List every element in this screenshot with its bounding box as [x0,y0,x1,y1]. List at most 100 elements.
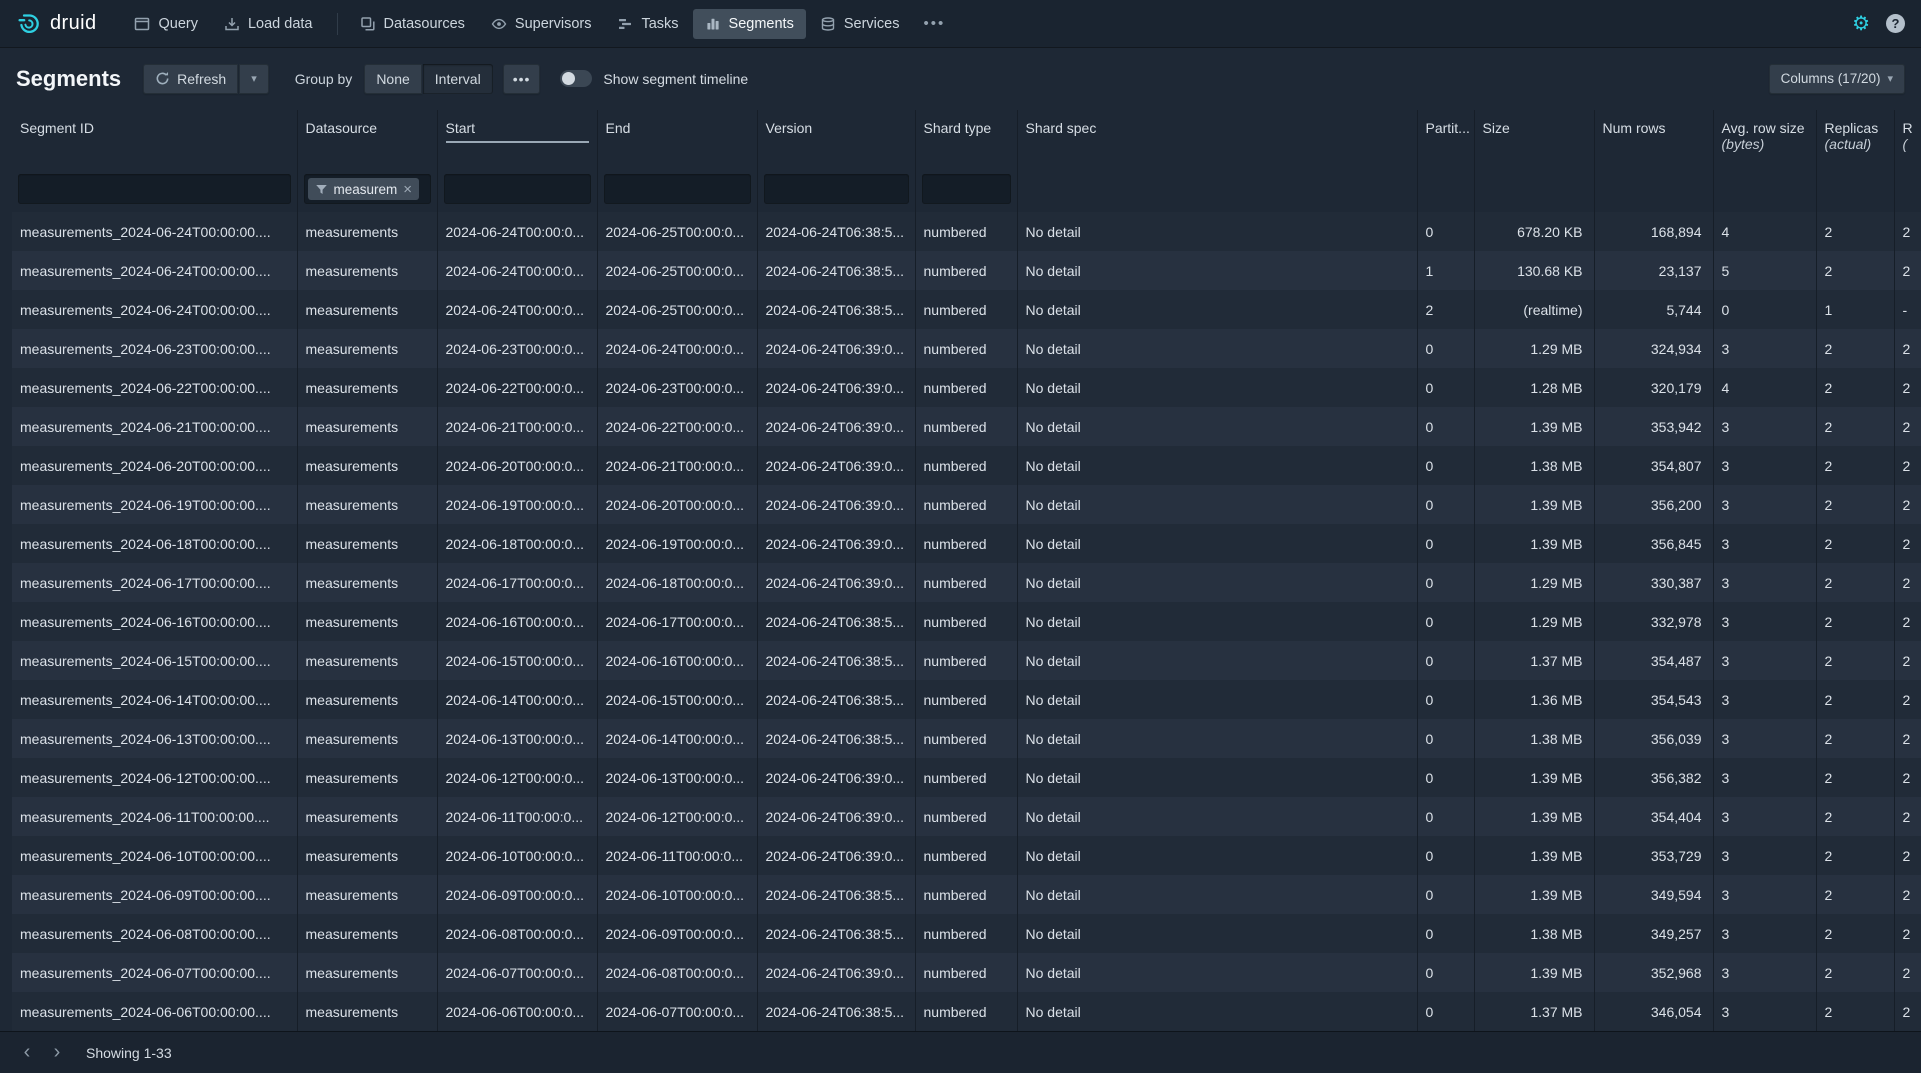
cell-end[interactable]: 2024-06-22T00:00:0... [597,407,757,446]
cell-replicas[interactable]: 2 [1816,797,1894,836]
cell-replicas[interactable]: 2 [1816,641,1894,680]
cell-segment_id[interactable]: measurements_2024-06-19T00:00:00.... [12,485,297,524]
cell-size[interactable]: 1.39 MB [1474,407,1594,446]
cell-segment_id[interactable]: measurements_2024-06-16T00:00:00.... [12,602,297,641]
cell-repl_factor[interactable]: 2 [1894,212,1921,251]
cell-num_rows[interactable]: 332,978 [1594,602,1713,641]
cell-repl_factor[interactable]: 2 [1894,797,1921,836]
cell-avg_row_size[interactable]: 3 [1713,446,1816,485]
cell-shard_spec[interactable]: No detail [1017,992,1417,1031]
cell-shard_type[interactable]: numbered [915,797,1017,836]
gear-icon[interactable]: ⚙ [1852,14,1870,34]
cell-replicas[interactable]: 2 [1816,407,1894,446]
filter-cell-segment_id[interactable] [12,166,297,212]
cell-shard_spec[interactable]: No detail [1017,836,1417,875]
cell-version[interactable]: 2024-06-24T06:38:5... [757,602,915,641]
cell-replicas[interactable]: 2 [1816,836,1894,875]
cell-avg_row_size[interactable]: 3 [1713,485,1816,524]
cell-size[interactable]: 1.29 MB [1474,602,1594,641]
cell-segment_id[interactable]: measurements_2024-06-08T00:00:00.... [12,914,297,953]
cell-num_rows[interactable]: 353,729 [1594,836,1713,875]
cell-partition[interactable]: 0 [1417,914,1474,953]
cell-start[interactable]: 2024-06-17T00:00:0... [437,563,597,602]
cell-num_rows[interactable]: 349,594 [1594,875,1713,914]
table-row[interactable]: measurements_2024-06-24T00:00:00....meas… [12,290,1921,329]
cell-shard_spec[interactable]: No detail [1017,602,1417,641]
cell-avg_row_size[interactable]: 3 [1713,797,1816,836]
cell-replicas[interactable]: 2 [1816,563,1894,602]
cell-avg_row_size[interactable]: 3 [1713,992,1816,1031]
cell-datasource[interactable]: measurements [297,368,437,407]
cell-end[interactable]: 2024-06-25T00:00:0... [597,290,757,329]
cell-num_rows[interactable]: 349,257 [1594,914,1713,953]
cell-segment_id[interactable]: measurements_2024-06-22T00:00:00.... [12,368,297,407]
cell-avg_row_size[interactable]: 3 [1713,953,1816,992]
cell-version[interactable]: 2024-06-24T06:39:0... [757,407,915,446]
cell-segment_id[interactable]: measurements_2024-06-13T00:00:00.... [12,719,297,758]
cell-datasource[interactable]: measurements [297,290,437,329]
cell-start[interactable]: 2024-06-19T00:00:0... [437,485,597,524]
cell-repl_factor[interactable]: 2 [1894,251,1921,290]
cell-segment_id[interactable]: measurements_2024-06-24T00:00:00.... [12,251,297,290]
cell-size[interactable]: 1.38 MB [1474,719,1594,758]
cell-partition[interactable]: 0 [1417,368,1474,407]
cell-partition[interactable]: 0 [1417,758,1474,797]
cell-shard_spec[interactable]: No detail [1017,914,1417,953]
cell-size[interactable]: 1.39 MB [1474,524,1594,563]
column-header-version[interactable]: Version [757,110,915,166]
nav-item-tasks[interactable]: Tasks [605,9,690,39]
cell-repl_factor[interactable]: 2 [1894,407,1921,446]
cell-shard_type[interactable]: numbered [915,524,1017,563]
cell-replicas[interactable]: 2 [1816,485,1894,524]
cell-start[interactable]: 2024-06-11T00:00:0... [437,797,597,836]
cell-version[interactable]: 2024-06-24T06:39:0... [757,446,915,485]
filter-input-start[interactable] [444,174,591,204]
cell-shard_spec[interactable]: No detail [1017,680,1417,719]
table-row[interactable]: measurements_2024-06-12T00:00:00....meas… [12,758,1921,797]
cell-shard_type[interactable]: numbered [915,953,1017,992]
cell-avg_row_size[interactable]: 3 [1713,758,1816,797]
cell-avg_row_size[interactable]: 5 [1713,251,1816,290]
cell-datasource[interactable]: measurements [297,251,437,290]
cell-end[interactable]: 2024-06-15T00:00:0... [597,680,757,719]
cell-end[interactable]: 2024-06-17T00:00:0... [597,602,757,641]
cell-replicas[interactable]: 2 [1816,329,1894,368]
cell-partition[interactable]: 0 [1417,797,1474,836]
cell-version[interactable]: 2024-06-24T06:39:0... [757,563,915,602]
filter-taginput-datasource[interactable]: measurem× [304,174,431,204]
cell-partition[interactable]: 0 [1417,485,1474,524]
nav-more-button[interactable]: ••• [913,8,955,39]
cell-end[interactable]: 2024-06-25T00:00:0... [597,212,757,251]
help-icon[interactable]: ? [1886,14,1905,33]
cell-size[interactable]: (realtime) [1474,290,1594,329]
cell-size[interactable]: 1.39 MB [1474,836,1594,875]
cell-start[interactable]: 2024-06-22T00:00:0... [437,368,597,407]
filter-input-segment_id[interactable] [18,174,291,204]
table-row[interactable]: measurements_2024-06-20T00:00:00....meas… [12,446,1921,485]
cell-start[interactable]: 2024-06-12T00:00:0... [437,758,597,797]
cell-datasource[interactable]: measurements [297,524,437,563]
cell-size[interactable]: 1.39 MB [1474,875,1594,914]
cell-size[interactable]: 1.39 MB [1474,797,1594,836]
cell-shard_type[interactable]: numbered [915,290,1017,329]
cell-shard_type[interactable]: numbered [915,251,1017,290]
cell-segment_id[interactable]: measurements_2024-06-12T00:00:00.... [12,758,297,797]
cell-segment_id[interactable]: measurements_2024-06-14T00:00:00.... [12,680,297,719]
cell-replicas[interactable]: 2 [1816,719,1894,758]
nav-item-datasources[interactable]: Datasources [348,9,477,39]
cell-shard_type[interactable]: numbered [915,914,1017,953]
cell-repl_factor[interactable]: 2 [1894,836,1921,875]
cell-num_rows[interactable]: 352,968 [1594,953,1713,992]
more-actions-button[interactable]: ••• [503,64,541,94]
cell-shard_spec[interactable]: No detail [1017,875,1417,914]
cell-num_rows[interactable]: 354,807 [1594,446,1713,485]
cell-partition[interactable]: 0 [1417,602,1474,641]
cell-version[interactable]: 2024-06-24T06:38:5... [757,719,915,758]
cell-partition[interactable]: 0 [1417,212,1474,251]
cell-segment_id[interactable]: measurements_2024-06-07T00:00:00.... [12,953,297,992]
cell-replicas[interactable]: 2 [1816,251,1894,290]
cell-repl_factor[interactable]: 2 [1894,914,1921,953]
table-row[interactable]: measurements_2024-06-09T00:00:00....meas… [12,875,1921,914]
cell-version[interactable]: 2024-06-24T06:38:5... [757,914,915,953]
cell-avg_row_size[interactable]: 3 [1713,602,1816,641]
